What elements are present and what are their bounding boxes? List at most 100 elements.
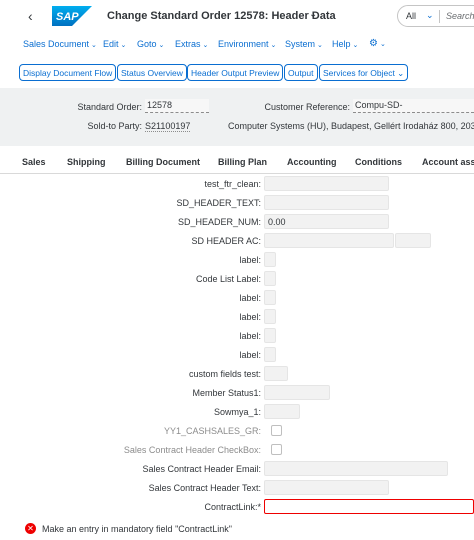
search-field[interactable]: All ⌄ Search — [397, 5, 474, 27]
form-row: YY1_CASHSALES_GR: — [0, 423, 474, 439]
tab-conditions[interactable]: Conditions — [355, 157, 402, 167]
field-label: Sales Contract Header CheckBox: — [123, 445, 261, 455]
field-label: Sowmya_1: — [213, 407, 261, 417]
form-row: test_ftr_clean: — [0, 176, 474, 192]
field-label: Member Status1: — [192, 388, 261, 398]
tab-sales[interactable]: Sales — [22, 157, 46, 167]
page-title: Change Standard Order 12578: Header Data — [107, 10, 336, 22]
sd-header-num-input[interactable]: 0.00 — [264, 214, 389, 229]
search-divider — [439, 10, 440, 23]
sold-to-party-field[interactable]: S21100197 — [145, 121, 191, 132]
form-row: ContractLink:* — [0, 499, 474, 515]
tab-billing-document[interactable]: Billing Document — [126, 157, 200, 167]
menu-goto[interactable]: Goto ⌄ — [137, 39, 164, 49]
tab-accounting[interactable]: Accounting — [287, 157, 337, 167]
form-row: SD_HEADER_TEXT: — [0, 195, 474, 211]
field-label: custom fields test: — [188, 369, 261, 379]
tab-strip: Sales Shipping Billing Document Billing … — [0, 148, 474, 174]
tab-billing-plan[interactable]: Billing Plan — [218, 157, 267, 167]
member-status1-input[interactable] — [264, 385, 330, 400]
application-toolbar: Display Document Flow Status Overview He… — [0, 64, 474, 82]
back-arrow-icon[interactable]: ‹ — [28, 8, 33, 24]
field-label: test_ftr_clean: — [204, 179, 261, 189]
label-input-4[interactable] — [264, 328, 276, 343]
sowmya-1-input[interactable] — [264, 404, 300, 419]
customer-reference-field[interactable]: Compu-SD- — [353, 99, 474, 113]
chevron-down-icon: ⌄ — [120, 42, 127, 49]
chevron-down-icon: ⌄ — [202, 42, 209, 49]
sd-header-ac-description — [395, 233, 431, 248]
search-scope-select[interactable]: All — [406, 11, 416, 21]
form-row: label: — [0, 328, 474, 344]
form-row: label: — [0, 290, 474, 306]
form-row: Sales Contract Header Text: — [0, 480, 474, 496]
svg-text:SAP: SAP — [56, 11, 79, 23]
menu-help[interactable]: Help ⌄ — [332, 39, 358, 49]
settings-gear-icon[interactable]: ⚙ ⌄ — [369, 38, 386, 49]
title-chevron-down-icon[interactable]: ⌄ — [309, 9, 317, 20]
form-row: Sales Contract Header Email: — [0, 461, 474, 477]
field-label: label: — [239, 331, 261, 341]
sd-header-ac-input[interactable] — [264, 233, 394, 248]
yy1-cashsales-gr-checkbox[interactable] — [271, 425, 282, 436]
label-input-3[interactable] — [264, 309, 276, 324]
tab-account-assignment[interactable]: Account assi — [422, 157, 474, 167]
customer-reference-label: Customer Reference: — [264, 102, 350, 112]
field-label: SD HEADER AC: — [191, 236, 261, 246]
standard-order-label: Standard Order: — [77, 102, 142, 112]
field-label: Sales Contract Header Text: — [148, 483, 261, 493]
field-label: SD_HEADER_TEXT: — [176, 198, 261, 208]
chevron-down-icon: ⌄ — [158, 42, 165, 49]
message-bar: ✕ Make an entry in mandatory field "Cont… — [0, 516, 474, 540]
sales-contract-header-text-input[interactable] — [264, 480, 389, 495]
field-label: label: — [239, 312, 261, 322]
field-label: Sales Contract Header Email: — [142, 464, 261, 474]
field-label: label: — [239, 255, 261, 265]
search-scope-chevron-icon[interactable]: ⌄ — [426, 10, 434, 21]
field-label: Code List Label: — [195, 274, 261, 284]
sales-contract-header-checkbox[interactable] — [271, 444, 282, 455]
sales-contract-header-email-input[interactable] — [264, 461, 448, 476]
standard-order-field[interactable]: 12578 — [145, 99, 209, 113]
shell-bar: ‹ SAP Change Standard Order 12578: Heade… — [0, 0, 474, 32]
contract-link-input[interactable] — [264, 499, 474, 514]
chevron-down-icon: ⌄ — [352, 42, 359, 49]
code-list-label-input[interactable] — [264, 271, 276, 286]
field-label: label: — [239, 350, 261, 360]
sap-logo: SAP — [52, 6, 92, 26]
output-button[interactable]: Output — [284, 64, 318, 81]
form-row: label: — [0, 252, 474, 268]
form-row: Sales Contract Header CheckBox: — [0, 442, 474, 458]
menu-sales-document[interactable]: Sales Document ⌄ — [23, 39, 97, 49]
menu-system[interactable]: System ⌄ — [285, 39, 323, 49]
label-input-5[interactable] — [264, 347, 276, 362]
test-ftr-clean-input[interactable] — [264, 176, 389, 191]
menu-bar: Sales Document ⌄ Edit ⌄ Goto ⌄ Extras ⌄ Envi… — [0, 36, 474, 54]
status-overview-button[interactable]: Status Overview — [117, 64, 187, 81]
error-message[interactable]: Make an entry in mandatory field "Contra… — [42, 524, 232, 534]
form-row: SD HEADER AC: — [0, 233, 474, 249]
form-row: Code List Label: — [0, 271, 474, 287]
services-for-object-button[interactable]: Services for Object ⌄ — [319, 64, 409, 81]
sold-to-party-address: Computer Systems (HU), Budapest, Gellért… — [228, 121, 474, 131]
form-row: Member Status1: — [0, 385, 474, 401]
header-output-preview-button[interactable]: Header Output Preview — [187, 64, 284, 81]
chevron-down-icon: ⌄ — [379, 41, 386, 48]
search-input[interactable]: Search — [446, 11, 474, 21]
menu-edit[interactable]: Edit ⌄ — [103, 39, 126, 49]
sd-header-text-input[interactable] — [264, 195, 389, 210]
custom-fields-test-input[interactable] — [264, 366, 288, 381]
chevron-down-icon: ⌄ — [270, 42, 277, 49]
label-input-1[interactable] — [264, 252, 276, 267]
label-input-2[interactable] — [264, 290, 276, 305]
field-label: YY1_CASHSALES_GR: — [163, 426, 261, 436]
chevron-down-icon: ⌄ — [317, 42, 323, 49]
menu-extras[interactable]: Extras ⌄ — [175, 39, 208, 49]
field-label: label: — [239, 293, 261, 303]
form-row: label: — [0, 309, 474, 325]
tab-shipping[interactable]: Shipping — [67, 157, 106, 167]
form-row: label: — [0, 347, 474, 363]
menu-environment[interactable]: Environment ⌄ — [218, 39, 276, 49]
display-document-flow-button[interactable]: Display Document Flow — [19, 64, 117, 81]
sold-to-party-label: Sold-to Party: — [87, 121, 142, 131]
